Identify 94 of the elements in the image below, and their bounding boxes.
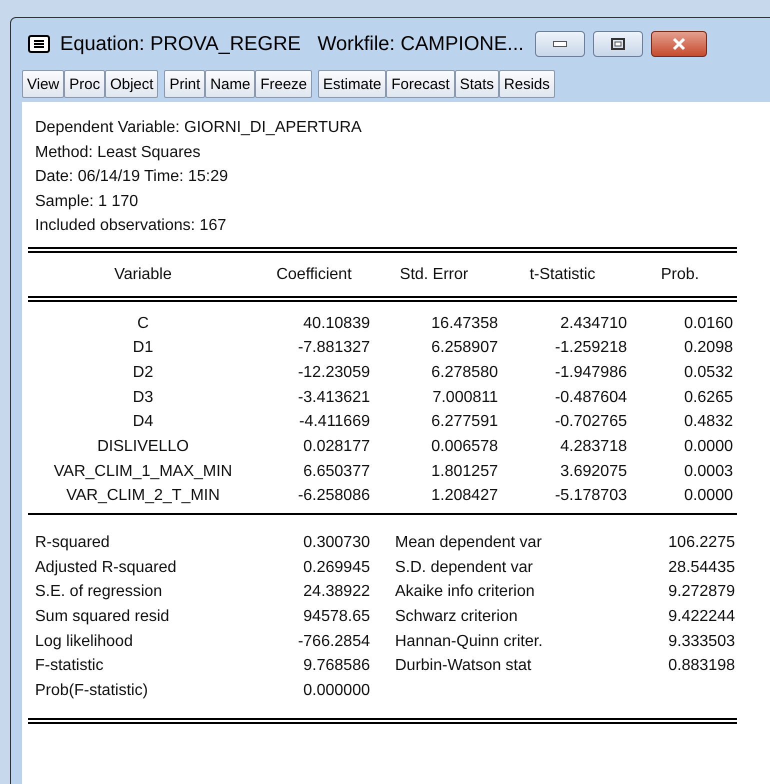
table-cell-text: 0.006578	[430, 436, 498, 457]
toolbar-button[interactable]: Freeze	[255, 70, 312, 98]
table-cell-text: 16.47358	[430, 314, 498, 334]
statistic-value: 9.333503	[667, 632, 735, 652]
table-cell-text: -7.881327	[296, 338, 370, 358]
table-cell-text: D3	[132, 388, 154, 408]
menu-icon[interactable]	[28, 35, 50, 53]
table-cell-text: -12.23059	[296, 362, 370, 383]
statistic-label: Mean dependent var	[395, 533, 543, 553]
table-cell-text: VAR_CLIM_2_T_MIN	[65, 486, 221, 506]
window-title: Equation: PROVA_REGRE Workfile: CAMPIONE...	[60, 32, 524, 56]
table-cell-text: 40.10839	[302, 314, 370, 334]
statistic-value: 9.768586	[302, 656, 370, 676]
column-header: Coefficient	[275, 264, 353, 284]
statistic-label: Akaike info criterion	[395, 582, 536, 602]
column-header: Variable	[113, 264, 173, 284]
header-line: Included observations: 167	[35, 216, 228, 236]
column-header: t-Statistic	[528, 264, 596, 284]
column-header: Std. Error	[398, 264, 470, 284]
table-cell-text: 0.4832	[683, 412, 733, 432]
header-line: Sample: 1 170	[35, 192, 140, 212]
toolbar-button[interactable]: Resids	[498, 70, 555, 98]
statistic-label: Log likelihood	[35, 632, 134, 652]
statistic-value: 28.54435	[667, 558, 735, 578]
table-cell-text: 7.000811	[431, 388, 498, 408]
table-cell-text: 0.0000	[683, 436, 733, 457]
minimize-button[interactable]	[534, 31, 585, 57]
table-cell-text: 4.283718	[559, 436, 627, 457]
table-cell-text: D1	[132, 338, 154, 358]
table-cell-text: D2	[132, 362, 154, 383]
header-line: Method: Least Squares	[35, 142, 202, 162]
table-cell-text: -1.259218	[554, 338, 627, 358]
table-cell-text: 6.650377	[302, 462, 370, 482]
close-button[interactable]	[650, 31, 707, 57]
table-cell-text: DISLIVELLO	[96, 436, 190, 457]
table-cell-text: 3.692075	[559, 462, 627, 482]
toolbar-button[interactable]: Name	[205, 70, 256, 98]
table-cell-text: -6.258086	[296, 486, 370, 506]
table-cell-text: 0.0000	[683, 486, 733, 506]
table-cell-text: -5.178703	[554, 486, 627, 506]
statistic-label: Sum squared resid	[35, 607, 170, 628]
table-cell-text: 0.2098	[683, 338, 733, 358]
statistic-label: Hannan-Quinn criter.	[395, 632, 544, 652]
table-cell-text: 0.0003	[683, 462, 733, 482]
maximize-icon	[610, 38, 625, 50]
table-cell-text: 1.801257	[430, 462, 498, 482]
toolbar-button[interactable]: View	[22, 70, 64, 98]
statistic-value: 24.38922	[302, 582, 370, 602]
close-icon	[670, 37, 687, 51]
header-line: Dependent Variable: GIORNI_DI_APERTURA	[35, 118, 363, 138]
table-cell-text: 0.028177	[302, 436, 370, 457]
table-cell-text: 0.6265	[683, 388, 733, 408]
table-cell-text: C	[136, 314, 150, 334]
statistic-label: Prob(F-statistic)	[35, 681, 149, 702]
table-cell-text: 0.0160	[683, 314, 733, 334]
statistic-value: 0.269945	[302, 558, 370, 578]
table-cell-text: 1.208427	[430, 486, 498, 506]
maximize-button[interactable]	[592, 31, 643, 57]
column-header: Prob.	[660, 264, 700, 284]
table-cell-text: -0.702765	[554, 412, 627, 432]
statistic-value: 0.883198	[667, 656, 735, 676]
header-line: Date: 06/14/19 Time: 15:29	[35, 167, 230, 187]
statistic-value: 9.422244	[667, 607, 735, 628]
toolbar-button[interactable]: Estimate	[318, 70, 386, 98]
table-cell-text: 6.258907	[430, 338, 498, 358]
toolbar-button[interactable]: Proc	[64, 70, 106, 98]
toolbar-button[interactable]: Stats	[454, 70, 499, 98]
statistic-label: Schwarz criterion	[395, 607, 519, 628]
table-cell-text: -4.411669	[298, 412, 370, 432]
table-cell-text: -3.413621	[296, 388, 370, 408]
toolbar-button[interactable]: Object	[105, 70, 158, 98]
statistic-value: -766.2854	[296, 632, 370, 652]
table-cell-text: 0.0532	[683, 362, 733, 383]
table-cell-text: 6.278580	[430, 362, 498, 383]
minimize-icon	[552, 41, 567, 47]
statistic-value: 106.2275	[667, 533, 735, 553]
statistic-label: R-squared	[35, 533, 111, 553]
statistic-value: 0.000000	[302, 681, 370, 702]
statistic-label: Durbin-Watson stat	[395, 656, 532, 676]
table-cell-text: 2.434710	[559, 314, 627, 334]
table-cell-text: VAR_CLIM_1_MAX_MIN	[52, 462, 234, 482]
statistic-value: 9.272879	[667, 582, 735, 602]
toolbar-button[interactable]: Print	[164, 70, 206, 98]
statistic-label: Adjusted R-squared	[35, 558, 178, 578]
statistic-value: 0.300730	[302, 533, 370, 553]
table-cell-text: D4	[132, 412, 154, 432]
statistic-value: 94578.65	[302, 607, 370, 628]
statistic-label: S.D. dependent var	[395, 558, 534, 578]
table-cell-text: -1.947986	[554, 362, 627, 383]
toolbar-button[interactable]: Forecast	[386, 70, 455, 98]
table-cell-text: -0.487604	[554, 388, 627, 408]
statistic-label: F-statistic	[35, 656, 104, 676]
table-cell-text: 6.277591	[430, 412, 498, 432]
statistic-label: S.E. of regression	[35, 582, 164, 602]
